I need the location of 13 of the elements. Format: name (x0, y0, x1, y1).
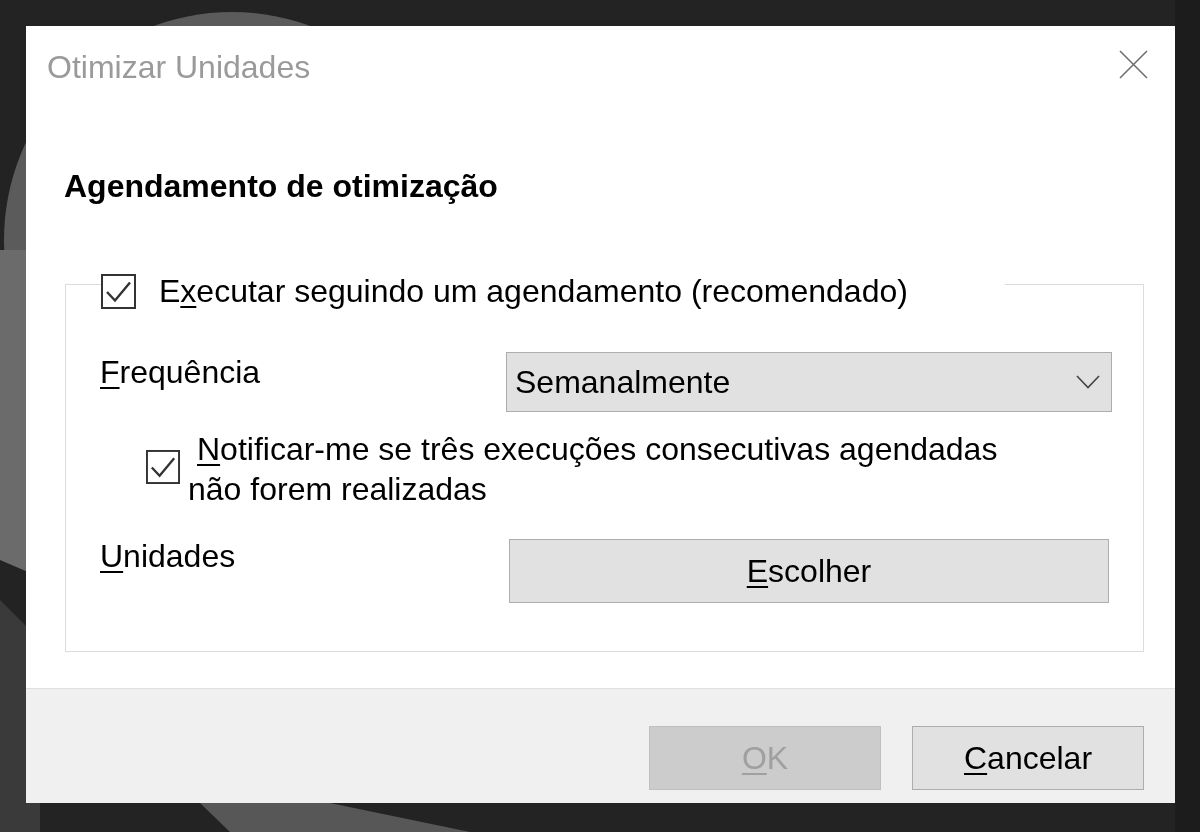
chevron-down-icon (1076, 375, 1100, 389)
checkbox-label: Notificar-me se três execuções consecutivas agendadas não forem realizadas (188, 430, 998, 509)
close-icon[interactable] (1119, 50, 1148, 79)
choose-button[interactable]: Escolher (509, 539, 1109, 603)
checkbox[interactable] (101, 273, 136, 309)
drives-label: Unidades (100, 537, 237, 576)
frequency-label: Frequência (100, 353, 262, 392)
window-title: Otimizar Unidades (47, 48, 311, 87)
frequency-dropdown[interactable]: Semanalmente (506, 352, 1112, 412)
section-heading: Agendamento de otimização (64, 167, 498, 206)
checkbox[interactable] (146, 450, 180, 484)
cancel-button[interactable]: Cancelar (912, 726, 1144, 790)
checkbox-label: Executar seguindo um agendamento (recomendado) (159, 272, 908, 311)
